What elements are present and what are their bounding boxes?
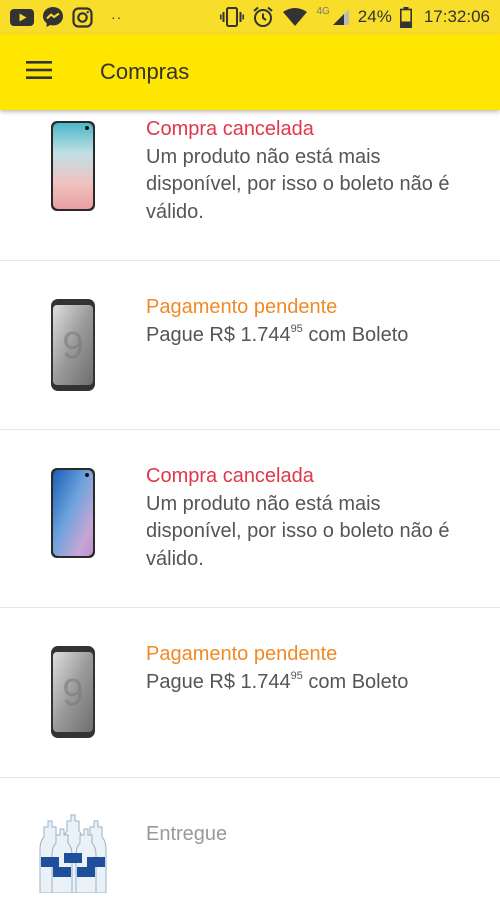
purchase-status: Entregue	[146, 823, 228, 845]
purchase-item[interactable]: Compra cancelada Um produto não está mai…	[0, 430, 500, 608]
app-bar: Compras	[0, 34, 500, 110]
purchase-status: Pagamento pendente	[146, 296, 338, 318]
svg-text:9: 9	[62, 672, 83, 714]
menu-button[interactable]	[0, 34, 78, 110]
purchase-item[interactable]: Entregue	[0, 778, 500, 918]
price-cents: 95	[290, 669, 303, 682]
purchase-status: Pagamento pendente	[146, 643, 338, 665]
galaxy-s10-pink-icon	[46, 120, 100, 217]
clock: 17:32:06	[423, 7, 490, 26]
purchase-item[interactable]: 9 Pagamento pendente Pague R$ 1.74495 co…	[0, 608, 500, 778]
status-bar: ·· 4G 24% 17:32:06	[0, 0, 500, 34]
network-type: 4G	[316, 5, 330, 17]
instagram-icon	[72, 6, 93, 28]
system-indicators: 4G 24% 17:32:06	[220, 6, 490, 28]
galaxy-s9-gray-icon: 9	[46, 298, 100, 397]
messenger-icon	[42, 6, 64, 28]
wifi-icon	[282, 7, 308, 27]
notification-icons: ··	[10, 6, 122, 28]
youtube-icon	[10, 8, 34, 26]
purchase-item[interactable]: Compra cancelada Um produto não está mai…	[0, 110, 500, 261]
more-notifications-indicator: ··	[111, 9, 123, 25]
menu-icon	[26, 60, 52, 85]
purchase-description: Um produto não está mais disponível, por…	[146, 492, 450, 570]
page-title: Compras	[100, 59, 190, 84]
galaxy-s9-gray-icon: 9	[46, 645, 100, 744]
svg-text:9: 9	[62, 325, 83, 367]
galaxy-s10-blue-icon	[46, 467, 100, 564]
purchase-status: Compra cancelada	[146, 465, 314, 487]
price-cents: 95	[290, 322, 303, 335]
battery-icon	[399, 6, 412, 28]
signal-icon	[332, 8, 350, 26]
vodka-bottles-icon	[38, 813, 112, 898]
purchase-item[interactable]: 9 Pagamento pendente Pague R$ 1.74495 co…	[0, 261, 500, 430]
purchase-status: Compra cancelada	[146, 118, 314, 140]
vibrate-icon	[220, 7, 245, 27]
purchase-description: Um produto não está mais disponível, por…	[146, 145, 450, 223]
purchase-description: Pague R$ 1.74495 com Boleto	[146, 669, 409, 693]
alarm-icon	[252, 6, 274, 28]
purchase-description: Pague R$ 1.74495 com Boleto	[146, 322, 409, 346]
battery-percent: 24%	[357, 7, 392, 26]
